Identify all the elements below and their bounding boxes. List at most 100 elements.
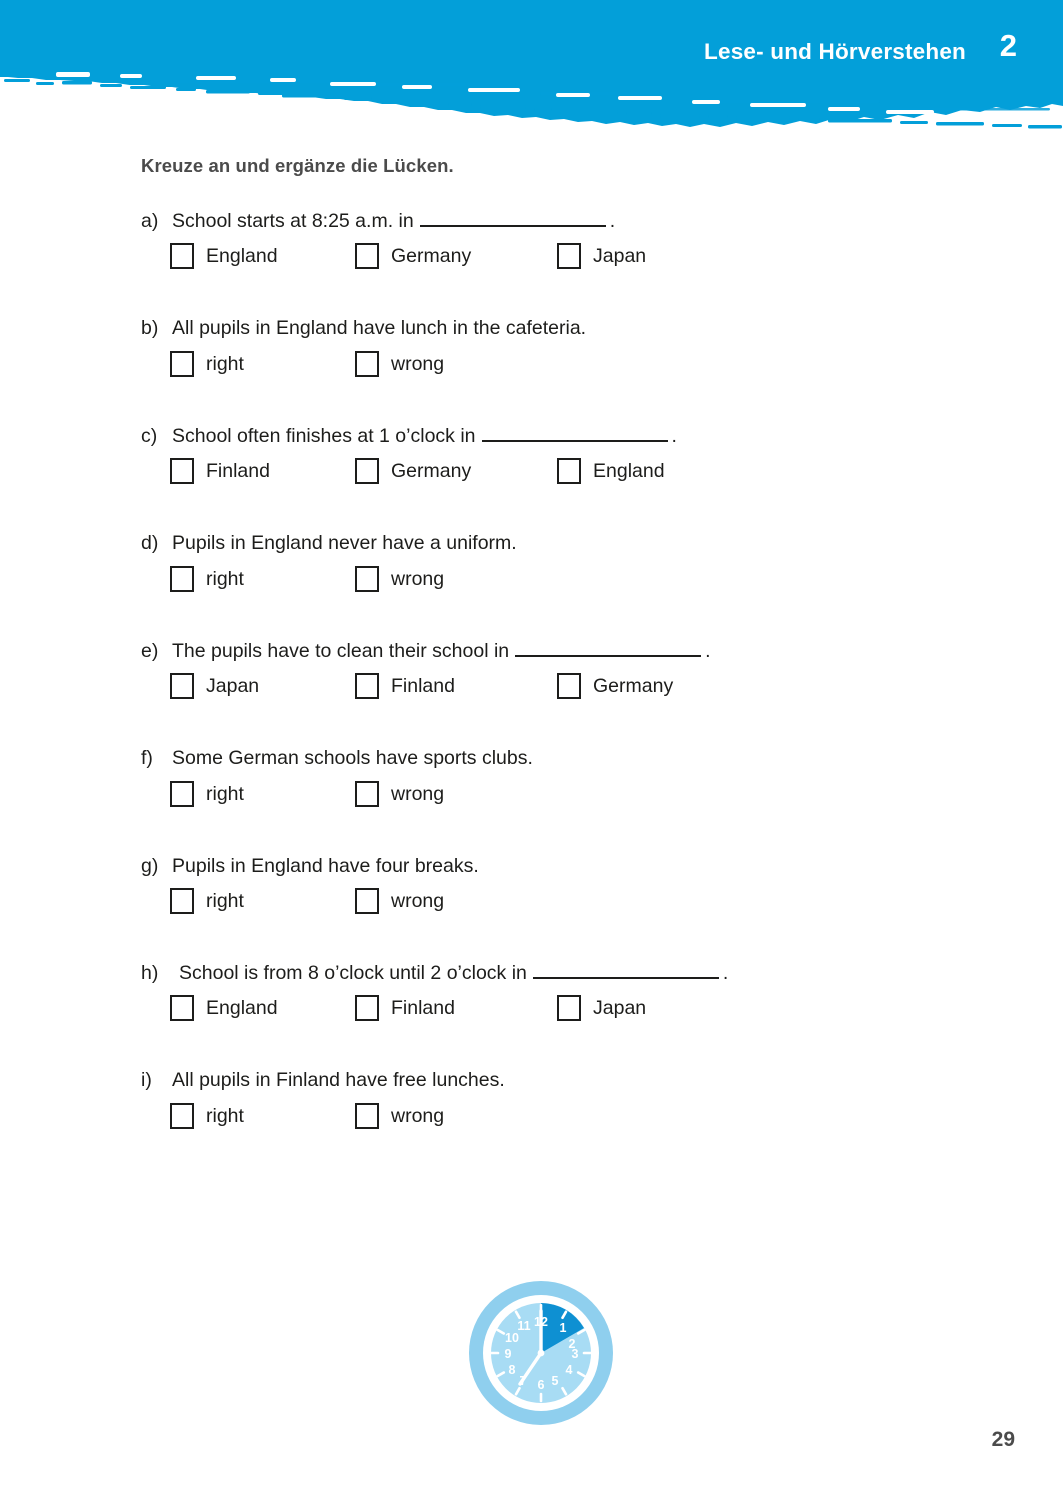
option-england[interactable]: England: [170, 995, 278, 1022]
header-brush-band: [0, 0, 1063, 129]
option-label: Germany: [391, 245, 472, 268]
clock-center-pin: [537, 1349, 545, 1357]
svg-text:9: 9: [505, 1347, 512, 1361]
option-japan[interactable]: Japan: [557, 243, 646, 270]
option-label: right: [206, 567, 244, 590]
fill-in-blank[interactable]: [419, 224, 606, 227]
option-finland[interactable]: Finland: [355, 673, 455, 700]
checkbox[interactable]: [355, 673, 379, 700]
option-right[interactable]: right: [170, 350, 244, 377]
page-header: Lese- und Hörverstehen 2: [0, 0, 1063, 135]
checkbox[interactable]: [557, 995, 581, 1022]
checkbox[interactable]: [557, 458, 581, 485]
checkbox[interactable]: [170, 350, 194, 377]
svg-text:1: 1: [560, 1321, 567, 1335]
exercise-question: b) All pupils in England have lunch in th…: [0, 317, 1063, 339]
checkbox[interactable]: [355, 458, 379, 485]
option-germany[interactable]: Germany: [557, 673, 674, 700]
option-wrong[interactable]: wrong: [355, 780, 444, 807]
checkbox[interactable]: [557, 673, 581, 700]
fill-in-blank[interactable]: [532, 976, 719, 979]
exercise-letter: b): [141, 317, 159, 340]
option-england[interactable]: England: [170, 243, 278, 270]
exercise-sentence: School is from 8 o’clock until 2 o’clock…: [179, 961, 527, 984]
checkbox[interactable]: [170, 1102, 194, 1129]
exercise-sentence: All pupils in England have lunch in the …: [172, 317, 587, 340]
checkbox[interactable]: [170, 780, 194, 807]
option-right[interactable]: right: [170, 780, 244, 807]
checkbox[interactable]: [170, 995, 194, 1022]
option-label: Finland: [391, 997, 455, 1020]
option-label: Finland: [391, 675, 455, 698]
option-label: wrong: [391, 352, 445, 375]
option-right[interactable]: right: [170, 1102, 244, 1129]
checkbox[interactable]: [170, 458, 194, 485]
fill-in-blank[interactable]: [481, 439, 668, 442]
option-right[interactable]: right: [170, 565, 244, 592]
exercise-item: d) Pupils in England never have a uniform…: [0, 532, 1063, 611]
option-japan[interactable]: Japan: [170, 673, 260, 700]
svg-text:3: 3: [572, 1347, 579, 1361]
option-label: right: [206, 352, 244, 375]
option-right[interactable]: right: [170, 887, 244, 914]
checkbox[interactable]: [355, 887, 379, 914]
option-label: Japan: [593, 997, 647, 1020]
page-title: Lese- und Hörverstehen: [704, 39, 966, 64]
instruction-text: Kreuze an und ergänze die Lücken.: [141, 155, 454, 176]
option-wrong[interactable]: wrong: [355, 1102, 444, 1129]
svg-text:11: 11: [517, 1319, 530, 1333]
option-finland[interactable]: Finland: [355, 995, 455, 1022]
checkbox[interactable]: [355, 780, 379, 807]
svg-text:10: 10: [505, 1331, 519, 1345]
option-label: Germany: [593, 675, 674, 698]
option-label: Finland: [206, 460, 270, 483]
sentence-period: .: [671, 424, 677, 447]
option-germany[interactable]: Germany: [355, 243, 472, 270]
exercise-item: h) School is from 8 o’clock until 2 o’clo…: [0, 962, 1063, 1041]
checkbox[interactable]: [355, 350, 379, 377]
option-japan[interactable]: Japan: [557, 995, 647, 1022]
option-label: wrong: [391, 567, 445, 590]
option-row: Japan Finland Germany: [0, 673, 1063, 719]
option-wrong[interactable]: wrong: [355, 887, 445, 914]
option-row: right wrong: [0, 565, 1063, 612]
exercise-letter: f): [141, 747, 153, 770]
checkbox[interactable]: [557, 243, 581, 270]
svg-text:5: 5: [552, 1374, 559, 1388]
checkbox[interactable]: [170, 565, 194, 592]
sentence-period: .: [705, 639, 711, 662]
svg-text:8: 8: [509, 1363, 516, 1377]
exercise-letter: i): [141, 1069, 152, 1092]
checkbox[interactable]: [170, 673, 194, 700]
exercise-item: i) All pupils in Finland have free lunche…: [0, 1069, 1063, 1148]
exercise-item: f) Some German schools have sports clubs.…: [0, 747, 1063, 826]
option-label: right: [206, 1104, 244, 1127]
checkbox[interactable]: [355, 1102, 379, 1129]
option-label: wrong: [391, 889, 445, 912]
checkbox[interactable]: [170, 243, 194, 270]
exercise-sentence: School often finishes at 1 o’clock in: [172, 424, 476, 447]
checkbox[interactable]: [170, 887, 194, 914]
option-wrong[interactable]: wrong: [355, 565, 445, 592]
checkbox[interactable]: [355, 243, 379, 270]
checkbox[interactable]: [355, 995, 379, 1022]
option-row: right wrong: [0, 780, 1063, 827]
option-finland[interactable]: Finland: [170, 458, 270, 485]
chapter-number: 2: [999, 28, 1017, 63]
option-label: England: [206, 997, 278, 1020]
option-label: England: [206, 245, 278, 268]
checkbox[interactable]: [355, 565, 379, 592]
exercise-item: a) School starts at 8:25 a.m. in. England G…: [0, 210, 1063, 289]
svg-text:6: 6: [538, 1378, 545, 1392]
option-label: Japan: [206, 675, 260, 698]
option-england[interactable]: England: [557, 458, 665, 485]
option-wrong[interactable]: wrong: [355, 350, 445, 377]
fill-in-blank[interactable]: [515, 654, 702, 657]
option-germany[interactable]: Germany: [355, 458, 471, 485]
exercise-question: h) School is from 8 o’clock until 2 o’clo…: [0, 962, 1063, 984]
exercise-item: e) The pupils have to clean their school …: [0, 640, 1063, 719]
exercise-letter: e): [141, 639, 159, 662]
exercise-question: i) All pupils in Finland have free lunche…: [0, 1069, 1063, 1091]
exercise-list: a) School starts at 8:25 a.m. in. England G…: [0, 210, 1063, 1177]
exercise-item: b) All pupils in England have lunch in th…: [0, 317, 1063, 396]
